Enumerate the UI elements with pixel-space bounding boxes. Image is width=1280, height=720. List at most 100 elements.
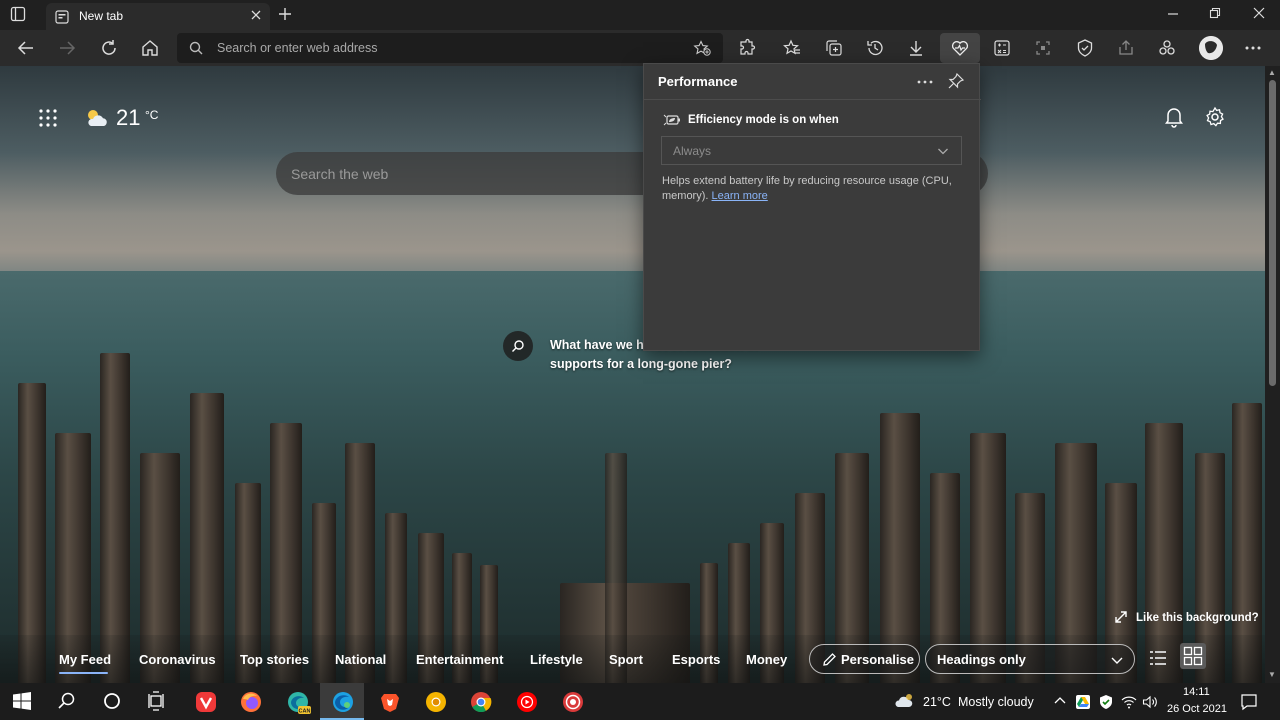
page-scrollbar[interactable]: ▲ ▼ <box>1265 66 1280 683</box>
pencil-icon <box>822 652 837 667</box>
feed-tab-money[interactable]: Money <box>746 652 787 667</box>
partly-cloudy-icon[interactable] <box>84 106 110 130</box>
close-icon[interactable] <box>250 9 262 21</box>
task-view-button[interactable] <box>135 683 179 720</box>
home-icon[interactable] <box>140 38 160 58</box>
svg-text:CAN: CAN <box>299 709 311 715</box>
web-search-input[interactable]: Search the web <box>291 166 388 182</box>
chevron-up-icon[interactable] <box>1053 694 1067 708</box>
minimize-icon[interactable] <box>1166 6 1180 20</box>
partly-cloudy-icon[interactable] <box>893 692 915 710</box>
efficiency-mode-dropdown[interactable]: Always <box>661 136 962 165</box>
efficiency-mode-value: Always <box>673 144 712 158</box>
layout-dropdown[interactable]: Headings only <box>925 644 1135 674</box>
taskbar-edge[interactable] <box>320 683 364 720</box>
chrome-canary-icon <box>425 691 447 713</box>
feed-tab-my-feed[interactable]: My Feed <box>59 652 111 667</box>
extensions-icon[interactable] <box>737 38 757 58</box>
taskbar-chrome[interactable] <box>458 683 502 720</box>
refresh-icon[interactable] <box>99 38 119 58</box>
more-options-icon[interactable] <box>916 74 934 90</box>
search-icon <box>189 41 203 55</box>
youtube-music-icon <box>516 691 538 713</box>
learn-more-link[interactable]: Learn more <box>712 190 768 202</box>
volume-icon[interactable] <box>1142 694 1158 710</box>
efficiency-help-description: Helps extend battery life by reducing re… <box>662 175 952 202</box>
taskbar-brave[interactable] <box>367 683 411 720</box>
google-drive-icon[interactable] <box>1075 694 1091 710</box>
personalise-label: Personalise <box>841 652 914 667</box>
divider <box>644 99 981 100</box>
taskbar-chrome-canary[interactable] <box>413 683 457 720</box>
clock-time[interactable]: 14:11 <box>1183 686 1210 698</box>
windows-security-icon[interactable] <box>1098 694 1114 710</box>
feed-tab-entertainment[interactable]: Entertainment <box>416 652 503 667</box>
feed-tab-esports[interactable]: Esports <box>672 652 720 667</box>
close-window-icon[interactable] <box>1252 6 1266 20</box>
web-capture-icon[interactable] <box>1033 38 1053 58</box>
chevron-down-icon <box>937 145 949 157</box>
new-tab-page: 21 °C Search the web What have we here? … <box>0 66 1265 683</box>
address-bar[interactable]: Search or enter web address <box>177 33 723 63</box>
feed-tab-lifestyle[interactable]: Lifestyle <box>530 652 583 667</box>
feed-tab-coronavirus[interactable]: Coronavirus <box>139 652 216 667</box>
wifi-icon[interactable] <box>1121 694 1137 710</box>
favorites-icon[interactable] <box>782 38 802 58</box>
feed-tab-top-stories[interactable]: Top stories <box>240 652 309 667</box>
add-favorite-icon[interactable] <box>693 40 711 56</box>
taskbar-screen-recorder[interactable] <box>550 683 594 720</box>
task-view-icon <box>147 691 167 711</box>
efficiency-help-text: Helps extend battery life by reducing re… <box>662 174 967 204</box>
active-tab-indicator <box>59 672 108 674</box>
taskbar-edge-canary[interactable]: CAN <box>275 683 319 720</box>
history-icon[interactable] <box>865 38 885 58</box>
clock-date[interactable]: 26 Oct 2021 <box>1167 703 1227 715</box>
list-view-icon[interactable] <box>1149 649 1167 667</box>
notifications-bell-icon[interactable] <box>1164 106 1184 128</box>
cortana-icon <box>102 691 122 711</box>
taskbar-search-button[interactable] <box>45 683 89 720</box>
taskbar-firefox[interactable] <box>228 683 272 720</box>
taskbar-youtube-music[interactable] <box>504 683 548 720</box>
scroll-thumb[interactable] <box>1269 80 1276 386</box>
taskbar-weather-temp[interactable]: 21°C <box>923 695 951 709</box>
expand-icon <box>1114 610 1128 624</box>
search-icon <box>57 691 77 711</box>
like-background-text: Like this background? <box>1136 612 1259 624</box>
collections-icon[interactable] <box>824 38 844 58</box>
tab-new-tab[interactable]: New tab <box>46 3 270 30</box>
games-icon[interactable] <box>1157 38 1177 58</box>
performance-icon[interactable] <box>950 38 970 58</box>
share-icon[interactable] <box>1116 38 1136 58</box>
chevron-down-icon <box>1110 653 1124 667</box>
back-icon[interactable] <box>16 38 36 58</box>
restore-icon[interactable] <box>1208 6 1222 20</box>
personalise-button[interactable]: Personalise <box>809 644 920 674</box>
browser-essentials-icon[interactable] <box>1075 38 1095 58</box>
taskbar-vivaldi[interactable] <box>183 683 227 720</box>
start-button[interactable] <box>0 683 44 720</box>
feed-tab-sport[interactable]: Sport <box>609 652 643 667</box>
settings-gear-icon[interactable] <box>1204 106 1226 128</box>
grid-view-button[interactable] <box>1180 643 1206 669</box>
taskbar-weather-description[interactable]: Mostly cloudy <box>958 695 1034 709</box>
image-info-search-icon[interactable] <box>503 331 533 361</box>
app-launcher-icon[interactable] <box>38 108 58 128</box>
tab-actions-icon[interactable] <box>10 6 34 26</box>
windows-taskbar: CAN 21°C Mostly cloudy 14:11 26 Oct 2021 <box>0 683 1280 720</box>
feed-tab-national[interactable]: National <box>335 652 386 667</box>
more-icon[interactable] <box>1243 38 1263 58</box>
pin-icon[interactable] <box>947 72 965 90</box>
new-tab-icon[interactable] <box>277 6 293 22</box>
weather-temperature[interactable]: 21 <box>116 105 140 131</box>
forward-icon[interactable] <box>57 38 77 58</box>
scroll-up-icon[interactable]: ▲ <box>1268 68 1276 77</box>
math-solver-icon[interactable] <box>992 38 1012 58</box>
downloads-icon[interactable] <box>906 38 926 58</box>
profile-avatar[interactable] <box>1199 36 1223 60</box>
cortana-button[interactable] <box>90 683 134 720</box>
efficiency-mode-label: Efficiency mode is on when <box>688 114 839 126</box>
address-input[interactable]: Search or enter web address <box>217 41 378 55</box>
action-center-icon[interactable] <box>1240 693 1258 711</box>
scroll-down-icon[interactable]: ▼ <box>1268 670 1276 679</box>
